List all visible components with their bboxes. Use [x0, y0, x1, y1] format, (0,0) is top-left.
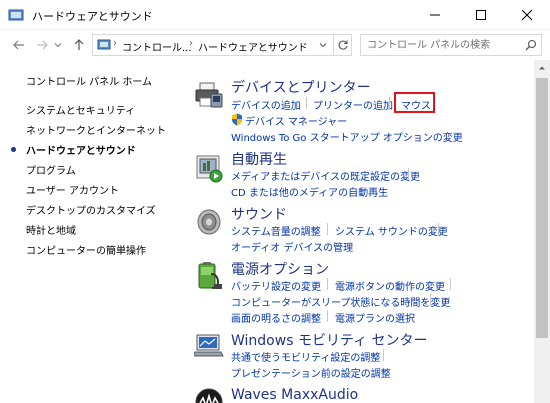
breadcrumb-separator-icon: ›	[113, 38, 117, 49]
category-title-waves-maxxaudio[interactable]: Waves MaxxAudio	[231, 387, 358, 403]
link-adjust-presentation-settings[interactable]: プレゼンテーション前の設定の調整	[231, 365, 391, 380]
mouse-link-highlight-box	[394, 92, 435, 113]
link-manage-audio-devices[interactable]: オーディオ デバイスの管理	[231, 239, 353, 254]
chevron-down-icon[interactable]	[317, 39, 329, 51]
link-change-power-button-behavior[interactable]: 電源ボタンの動作の変更	[335, 278, 445, 293]
address-bar[interactable]: › コントロール... › ハードウェアとサウンド	[92, 34, 352, 56]
category-title-mobility-center[interactable]: Windows モビリティ センター	[231, 330, 428, 350]
close-icon	[521, 9, 533, 21]
control-panel-icon	[97, 39, 111, 50]
sidebar-item-network-internet[interactable]: ネットワークとインターネット	[26, 122, 166, 137]
arrow-up-icon	[74, 39, 84, 50]
link-choose-power-plan[interactable]: 電源プランの選択	[335, 310, 415, 325]
link-change-system-sounds[interactable]: システム サウンドの変更	[335, 223, 448, 238]
scroll-up-arrow-icon	[539, 66, 545, 70]
control-panel-icon	[8, 9, 24, 21]
link-separator	[327, 223, 328, 235]
link-change-sleep-time[interactable]: コンピューターがスリープ状態になる時間を変更	[231, 294, 450, 309]
link-device-manager[interactable]: デバイス マネージャー	[245, 113, 347, 128]
link-separator	[450, 278, 451, 290]
search-icon[interactable]	[525, 39, 537, 51]
breadcrumb-separator-icon: ›	[189, 38, 193, 49]
category-title-autoplay[interactable]: 自動再生	[231, 149, 287, 169]
up-button[interactable]	[70, 36, 88, 54]
forward-button[interactable]	[33, 36, 51, 54]
recent-locations-button[interactable]	[52, 36, 64, 54]
autoplay-icon[interactable]	[194, 153, 224, 183]
category-title-sound[interactable]: サウンド	[231, 204, 287, 224]
sidebar-item-control-panel-home[interactable]: コントロール パネル ホーム	[26, 73, 152, 88]
maximize-icon	[476, 10, 486, 20]
search-input[interactable]	[361, 35, 521, 55]
active-item-bullet-icon	[11, 147, 16, 152]
sidebar-item-hardware-sound[interactable]: ハードウェアとサウンド	[26, 142, 136, 157]
arrow-left-icon	[13, 40, 24, 50]
sidebar-item-ease-of-access[interactable]: コンピューターの簡単操作	[26, 242, 146, 257]
sidebar: コントロール パネル ホーム システムとセキュリティ ネットワークとインターネッ…	[0, 60, 180, 403]
link-adjust-system-volume[interactable]: システム音量の調整	[231, 223, 321, 238]
arrow-right-icon	[37, 40, 48, 50]
sidebar-item-clock-region[interactable]: 時計と地域	[26, 222, 76, 237]
mobility-center-icon[interactable]	[194, 331, 224, 361]
sidebar-item-desktop-customization[interactable]: デスクトップのカスタマイズ	[26, 202, 156, 217]
printer-icon[interactable]	[194, 80, 224, 110]
link-add-printer[interactable]: プリンターの追加	[313, 97, 393, 112]
speaker-icon[interactable]	[194, 207, 224, 237]
breadcrumb-hardware-sound[interactable]: ハードウェアとサウンド	[198, 39, 308, 54]
uac-shield-icon	[232, 113, 242, 126]
link-separator	[327, 278, 328, 290]
scrollbar-thumb[interactable]	[536, 78, 548, 338]
sidebar-item-system-security[interactable]: システムとセキュリティ	[26, 102, 135, 117]
refresh-button[interactable]	[333, 35, 351, 55]
scroll-up-button[interactable]	[534, 60, 550, 76]
minimize-icon	[430, 14, 440, 16]
battery-power-icon[interactable]	[194, 260, 224, 290]
window-title: ハードウェアとサウンド	[32, 10, 153, 23]
sidebar-item-programs[interactable]: プログラム	[26, 162, 76, 177]
link-separator	[306, 97, 307, 109]
vertical-scrollbar[interactable]	[534, 60, 550, 403]
navigation-bar: › コントロール... › ハードウェアとサウンド	[0, 30, 550, 60]
back-button[interactable]	[10, 36, 28, 54]
link-separator	[438, 223, 439, 235]
title-bar: ハードウェアとサウンド	[0, 0, 550, 30]
search-box[interactable]	[360, 34, 542, 56]
main-content: デバイスとプリンター デバイスの追加 プリンターの追加 マウス デバイス マネー…	[180, 60, 534, 403]
chevron-down-icon	[54, 43, 62, 48]
maximize-button[interactable]	[458, 0, 504, 30]
category-title-power-options[interactable]: 電源オプション	[231, 259, 329, 279]
link-separator	[383, 349, 384, 361]
link-adjust-screen-brightness[interactable]: 画面の明るさの調整	[231, 310, 321, 325]
minimize-button[interactable]	[412, 0, 458, 30]
refresh-icon	[338, 40, 348, 50]
link-change-media-defaults[interactable]: メディアまたはデバイスの既定設定の変更	[231, 168, 420, 183]
link-separator	[389, 97, 390, 109]
link-separator	[430, 294, 431, 306]
waves-maxxaudio-icon[interactable]	[194, 387, 224, 403]
breadcrumb-control-panel[interactable]: コントロール...	[122, 39, 192, 54]
link-separator	[408, 168, 409, 180]
category-title-devices-printers[interactable]: デバイスとプリンター	[231, 77, 371, 97]
link-cd-autoplay[interactable]: CD または他のメディアの自動再生	[231, 184, 388, 199]
link-separator	[327, 310, 328, 322]
sidebar-item-user-accounts[interactable]: ユーザー アカウント	[26, 182, 119, 197]
link-adjust-common-mobility-settings[interactable]: 共通で使うモビリティ設定の調整	[231, 349, 380, 364]
link-add-device[interactable]: デバイスの追加	[231, 97, 301, 112]
close-button[interactable]	[504, 0, 550, 30]
link-change-battery-settings[interactable]: バッテリ設定の変更	[231, 278, 321, 293]
link-windows-to-go-options[interactable]: Windows To Go スタートアップ オプションの変更	[231, 129, 463, 144]
